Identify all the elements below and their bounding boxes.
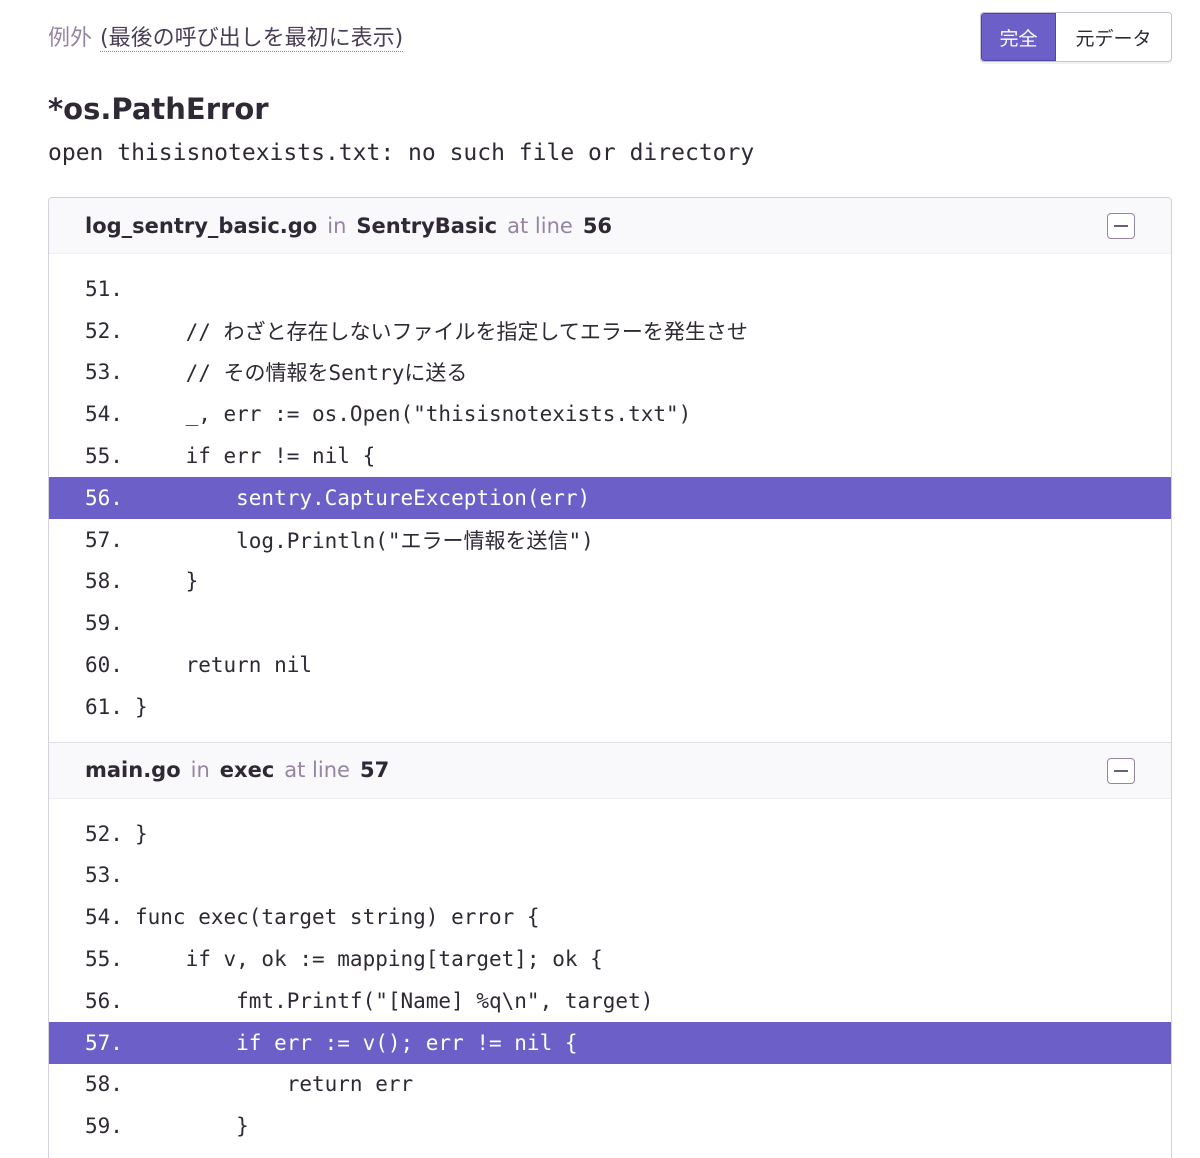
stacktrace-view-toggle: 完全 元データ bbox=[980, 12, 1172, 62]
raw-view-button[interactable]: 元データ bbox=[1056, 13, 1171, 61]
code-line: 52. // わざと存在しないファイルを指定してエラーを発生させ bbox=[85, 318, 748, 344]
exception-message: open thisisnotexists.txt: no such file o… bbox=[48, 140, 755, 166]
section-title: 例外 bbox=[48, 26, 93, 51]
code-line: 52.} bbox=[85, 821, 148, 846]
code-line: 54. func exec(target string) error { bbox=[85, 905, 540, 930]
full-view-button[interactable]: 完全 bbox=[981, 13, 1056, 61]
stack-order-hint[interactable]: (最後の呼び出しを最初に表示) bbox=[100, 20, 404, 52]
frame-in-label: in bbox=[327, 213, 347, 238]
collapse-icon[interactable] bbox=[1107, 213, 1135, 239]
code-line: 57. log.Println("エラー情報を送信") bbox=[85, 527, 594, 553]
frame-at-line-label: at line bbox=[507, 213, 573, 238]
exception-type: *os.PathError bbox=[48, 92, 269, 126]
code-line: 55. if v, ok := mapping[target]; ok { bbox=[85, 947, 603, 972]
frame-filename: main.go bbox=[85, 758, 181, 783]
stack-frames: log_sentry_basic.go in SentryBasic at li… bbox=[48, 197, 1172, 1158]
code-line-active: 57. if err := v(); err != nil { bbox=[49, 1021, 1171, 1064]
frame-header[interactable]: main.go in exec at line 57 bbox=[49, 742, 1171, 799]
frame-in-label: in bbox=[190, 758, 210, 783]
code-line: 53. bbox=[85, 863, 123, 888]
code-line: 51. bbox=[85, 276, 123, 301]
frame-function: SentryBasic bbox=[356, 213, 498, 238]
code-line-active: 56. sentry.CaptureException(err) bbox=[49, 476, 1171, 519]
code-line: 58. return err bbox=[85, 1072, 414, 1097]
code-line: 55. if err != nil { bbox=[85, 444, 376, 469]
frame-line-number: 57 bbox=[359, 758, 390, 783]
code-line: 60. return nil bbox=[85, 653, 313, 678]
code-line: 58. } bbox=[85, 569, 199, 594]
exception-header: 例外 (最後の呼び出しを最初に表示) bbox=[48, 18, 404, 54]
frame-at-line-label: at line bbox=[284, 758, 350, 783]
frame-line-number: 56 bbox=[582, 213, 613, 238]
code-context: 51. 52. // わざと存在しないファイルを指定してエラーを発生させ 53.… bbox=[49, 254, 1171, 742]
frame-function: exec bbox=[219, 758, 275, 783]
code-line: 56. fmt.Printf("[Name] %q\n", target) bbox=[85, 988, 654, 1013]
stack-frame: log_sentry_basic.go in SentryBasic at li… bbox=[49, 198, 1171, 742]
code-line: 61.} bbox=[85, 694, 148, 719]
code-line: 53. // その情報をSentryに送る bbox=[85, 360, 468, 386]
code-line: 59. } bbox=[85, 1114, 249, 1139]
code-line: 54. _, err := os.Open("thisisnotexists.t… bbox=[85, 402, 692, 427]
frame-header[interactable]: log_sentry_basic.go in SentryBasic at li… bbox=[49, 198, 1171, 254]
stack-frame: main.go in exec at line 57 52.} 53. 54. f… bbox=[49, 741, 1171, 1158]
collapse-icon[interactable] bbox=[1107, 757, 1135, 784]
code-line: 59. bbox=[85, 611, 123, 636]
frame-filename: log_sentry_basic.go bbox=[85, 213, 318, 238]
code-context: 52.} 53. 54. func exec(target string) err… bbox=[49, 799, 1171, 1158]
